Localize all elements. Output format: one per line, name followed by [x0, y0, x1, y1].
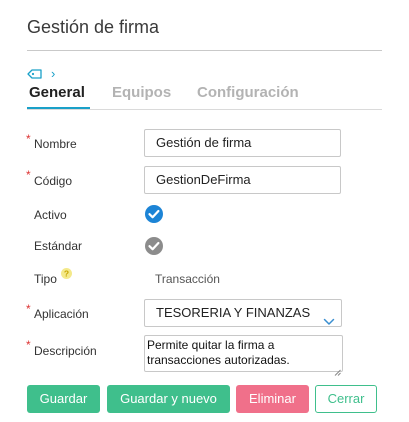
aplicacion-select[interactable]: TESORERIA Y FINANZAS [144, 299, 342, 327]
help-icon[interactable]: ? [61, 266, 72, 284]
nombre-input[interactable]: Gestión de firma [144, 129, 341, 157]
check-circle-icon [145, 237, 163, 255]
required-marker: * [26, 168, 31, 182]
descripcion-label: Descripción [34, 344, 97, 358]
chevron-down-icon [323, 309, 335, 335]
close-button[interactable]: Cerrar [315, 385, 377, 413]
resize-grip-icon[interactable] [334, 363, 341, 381]
check-circle-icon [145, 205, 163, 223]
tab-bar: General Equipos Configuración [27, 84, 382, 110]
tab-configuracion[interactable]: Configuración [197, 84, 299, 101]
page-title: Gestión de firma [27, 17, 160, 37]
save-and-new-button[interactable]: Guardar y nuevo [107, 385, 230, 413]
codigo-input[interactable]: GestionDeFirma [144, 166, 341, 194]
tab-equipos[interactable]: Equipos [112, 84, 171, 101]
tipo-value: Transacción [155, 272, 220, 286]
save-button[interactable]: Guardar [27, 385, 100, 413]
tag-icon[interactable] [27, 68, 43, 80]
delete-button[interactable]: Eliminar [236, 385, 309, 413]
nombre-label: Nombre [34, 137, 77, 151]
breadcrumb-chevron-icon: › [51, 66, 56, 81]
estandar-checkbox [145, 237, 163, 260]
tabs-divider [27, 109, 382, 110]
breadcrumb[interactable]: › [27, 66, 55, 82]
tab-general[interactable]: General [29, 84, 85, 101]
aplicacion-label: Aplicación [34, 307, 89, 321]
aplicacion-selected-value: TESORERIA Y FINANZAS [156, 305, 311, 320]
activo-label: Activo [34, 208, 67, 222]
required-marker: * [26, 132, 31, 146]
codigo-label: Código [34, 174, 73, 188]
svg-text:?: ? [64, 269, 69, 279]
tipo-label: Tipo [34, 272, 57, 286]
required-marker: * [26, 302, 31, 316]
required-marker: * [26, 338, 31, 352]
activo-checkbox[interactable] [145, 205, 163, 228]
descripcion-textarea[interactable]: Permite quitar la firma a transacciones … [144, 335, 343, 372]
estandar-label: Estándar [34, 239, 83, 253]
header-divider [27, 50, 382, 51]
